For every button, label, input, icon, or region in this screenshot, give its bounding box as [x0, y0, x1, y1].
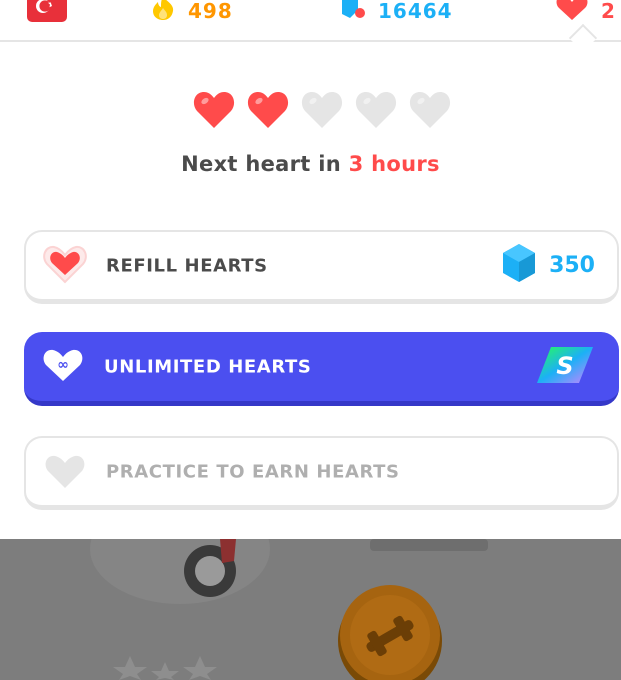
top-stats-bar: 498 16464 2 [0, 0, 621, 53]
flame-icon [150, 0, 176, 25]
practice-earn-hearts-button[interactable]: PRACTICE TO EARN HEARTS [24, 436, 619, 510]
heart-full-icon [246, 89, 290, 129]
heart-icon [40, 450, 90, 494]
gems-counter[interactable]: 16464 [340, 0, 453, 25]
refill-hearts-label: REFILL HEARTS [106, 255, 268, 276]
gem-icon [503, 243, 536, 288]
gems-count: 16464 [378, 0, 453, 23]
super-badge-icon: S [537, 346, 593, 387]
practice-earn-hearts-label: PRACTICE TO EARN HEARTS [106, 461, 400, 482]
unlimited-hearts-button[interactable]: ∞ UNLIMITED HEARTS S [24, 332, 619, 406]
star-icon [113, 656, 217, 680]
next-heart-timer: Next heart in 3 hours [0, 152, 621, 176]
streak-count: 498 [188, 0, 233, 23]
unlimited-hearts-label: UNLIMITED HEARTS [104, 356, 312, 377]
next-heart-prefix: Next heart in [181, 152, 349, 176]
streak-counter[interactable]: 498 [150, 0, 233, 25]
heart-full-icon [192, 89, 236, 129]
refill-price-value: 350 [549, 253, 595, 278]
svg-text:∞: ∞ [57, 357, 69, 373]
hearts-indicator-row [192, 89, 452, 129]
refill-price: 350 [503, 243, 595, 288]
background-scene [90, 539, 488, 680]
infinity-heart-icon: ∞ [38, 345, 88, 389]
refill-hearts-button[interactable]: REFILL HEARTS 350 [24, 230, 619, 304]
turkey-flag-icon[interactable] [27, 0, 67, 22]
heart-icon [555, 0, 589, 25]
hearts-popover: Next heart in 3 hours REFILL HEARTS 350 [0, 42, 621, 539]
heart-empty-icon [300, 89, 344, 129]
hearts-count: 2 [601, 0, 616, 23]
svg-text:S: S [556, 352, 573, 380]
heart-icon [40, 242, 90, 290]
heart-empty-icon [408, 89, 452, 129]
lesson-node-icon [338, 585, 442, 680]
hearts-counter[interactable]: 2 [555, 0, 616, 25]
dimmed-background[interactable] [0, 539, 621, 680]
gem-icon [340, 0, 366, 25]
heart-empty-icon [354, 89, 398, 129]
next-heart-time: 3 hours [348, 152, 440, 176]
